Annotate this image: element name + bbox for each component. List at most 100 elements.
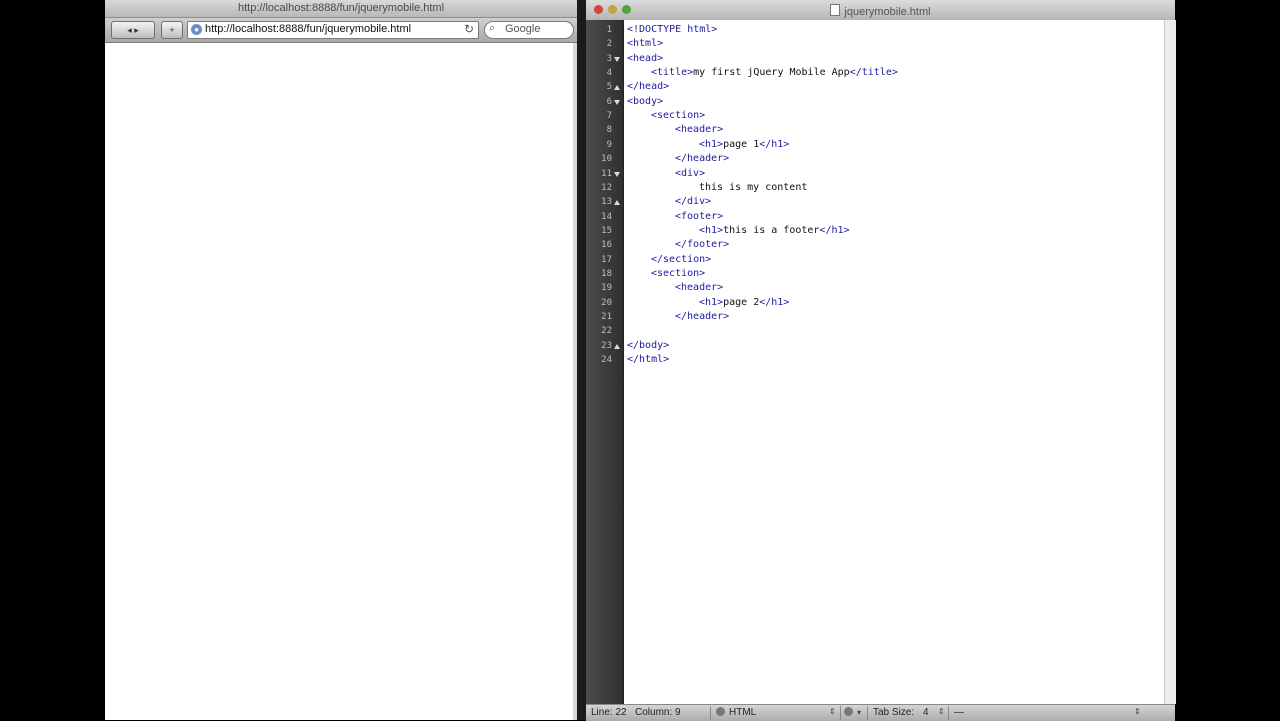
line-number: 18 [601, 268, 612, 279]
language-label: HTML [729, 707, 757, 718]
code-text: this is my content [699, 181, 808, 193]
code-line[interactable]: <section> [651, 267, 705, 281]
code-line[interactable]: <!DOCTYPE html> [627, 23, 717, 37]
code-tag: <h1> [699, 224, 724, 236]
globe-icon: ● [191, 24, 202, 35]
column-indicator: Column: 9 [635, 707, 681, 718]
line-number: 21 [601, 312, 612, 322]
line-number: 9 [606, 139, 612, 150]
code-line[interactable]: <h1>page 2</h1> [699, 296, 789, 310]
search-input[interactable]: ⌕ Google [484, 21, 574, 39]
code-tag: </header> [675, 153, 730, 165]
back-forward-button[interactable]: ◂ ▸ [111, 21, 155, 39]
editor-scrollbar[interactable] [1164, 20, 1176, 704]
code-tag: </div> [675, 196, 712, 208]
reload-icon[interactable]: ↻ [464, 22, 474, 36]
line-number: 10 [601, 154, 612, 165]
line-number: 7 [606, 111, 612, 122]
line-number: 19 [601, 283, 612, 294]
code-line[interactable]: </head> [627, 80, 669, 94]
code-line[interactable]: </footer> [675, 238, 729, 252]
line-number: 23 [601, 340, 612, 351]
code-tag: </html> [627, 354, 670, 366]
line-number: 20 [601, 297, 612, 308]
language-icon [716, 707, 725, 716]
code-tag: <section> [651, 110, 706, 122]
code-text: this is a footer [723, 224, 820, 236]
fold-close-icon[interactable] [614, 200, 620, 206]
code-tag: <h1> [699, 296, 724, 308]
add-bookmark-button[interactable]: + [161, 21, 183, 39]
code-line[interactable]: </section> [651, 253, 711, 267]
code-tag: <head> [627, 52, 664, 64]
tab-size-dropdown-icon[interactable]: ⇕ [938, 707, 945, 716]
code-line[interactable]: <title>my first jQuery Mobile App</title… [651, 66, 898, 80]
line-number-gutter[interactable]: 1 2 3 4 5 6 7 8 9 10 11 12 13 14 15 16 17 18 19 20 21 22 23 24 [586, 20, 624, 704]
code-tag: <section> [651, 267, 706, 279]
line-number: 24 [601, 355, 612, 366]
line-number: 14 [601, 211, 612, 222]
line-number: 6 [606, 96, 612, 107]
code-tag: <!DOCTYPE html> [627, 24, 718, 35]
tab-size-value[interactable]: 4 [923, 707, 929, 718]
editor-titlebar: jquerymobile.html [586, 0, 1175, 21]
browser-titlebar: http://localhost:8888/fun/jquerymobile.h… [105, 0, 577, 18]
code-tag: <header> [675, 124, 724, 136]
address-bar[interactable]: ● http://localhost:8888/fun/jquerymobile… [187, 21, 479, 39]
code-tag: <header> [675, 282, 724, 294]
code-tag: <html> [627, 38, 664, 50]
code-line[interactable]: </html> [627, 353, 669, 367]
line-number: 17 [601, 254, 612, 265]
language-dropdown-icon[interactable]: ⇕ [829, 707, 836, 716]
code-tag: <div> [675, 167, 706, 179]
code-line[interactable]: <header> [675, 281, 723, 295]
gear-icon [844, 707, 853, 716]
code-line[interactable]: <div> [675, 167, 705, 181]
code-line[interactable]: </header> [675, 310, 729, 324]
symbol-selector[interactable]: — [954, 707, 964, 718]
fold-close-icon[interactable] [614, 343, 620, 349]
line-number: 15 [601, 225, 612, 236]
language-selector[interactable]: HTML [716, 707, 756, 718]
code-line[interactable]: <body> [627, 95, 663, 109]
fold-open-icon[interactable] [614, 56, 620, 62]
fold-open-icon[interactable] [614, 99, 620, 105]
tab-size-label: Tab Size: [873, 707, 915, 718]
code-line[interactable]: this is my content [699, 181, 807, 195]
page-content-area[interactable] [105, 43, 573, 720]
code-text: page 1 [723, 138, 760, 150]
code-line[interactable]: <h1>page 1</h1> [699, 138, 789, 152]
code-tag: </header> [675, 311, 730, 322]
code-tag: <title> [651, 67, 694, 79]
code-line[interactable]: <header> [675, 123, 723, 137]
code-tag: <footer> [675, 210, 724, 222]
code-editor[interactable]: <!DOCTYPE html> <html> <head> <title>my fir… [624, 20, 1164, 704]
symbol-dropdown-icon[interactable]: ⇕ [1134, 707, 1141, 716]
code-tag: </body> [627, 339, 670, 351]
editor-window-title: jquerymobile.html [844, 6, 931, 18]
code-line[interactable]: <footer> [675, 210, 723, 224]
code-line[interactable]: <section> [651, 109, 705, 123]
url-text: http://localhost:8888/fun/jquerymobile.h… [205, 23, 412, 35]
fold-open-icon[interactable] [614, 171, 620, 177]
code-line[interactable]: <h1>this is a footer</h1> [699, 224, 850, 238]
line-number: 22 [601, 326, 612, 337]
code-text: page 2 [723, 296, 760, 308]
code-tag: </h1> [759, 138, 790, 150]
code-tag: <h1> [699, 138, 724, 150]
code-line[interactable]: </div> [675, 195, 711, 209]
code-line[interactable]: </header> [675, 152, 729, 166]
code-tag: </h1> [759, 296, 790, 308]
fold-close-icon[interactable] [614, 85, 620, 91]
browser-window: http://localhost:8888/fun/jquerymobile.h… [105, 0, 577, 720]
browser-toolbar: ◂ ▸ + ● http://localhost:8888/fun/jquery… [105, 18, 577, 43]
code-tag: </title> [849, 67, 898, 79]
gear-menu[interactable]: ▾ [844, 707, 861, 718]
line-number: 3 [606, 53, 612, 64]
code-tag: </head> [627, 81, 670, 93]
line-number: 8 [606, 125, 612, 136]
code-line[interactable]: <html> [627, 37, 663, 51]
code-line[interactable]: <head> [627, 52, 663, 66]
code-line[interactable]: </body> [627, 339, 669, 353]
search-placeholder: Google [505, 23, 541, 35]
